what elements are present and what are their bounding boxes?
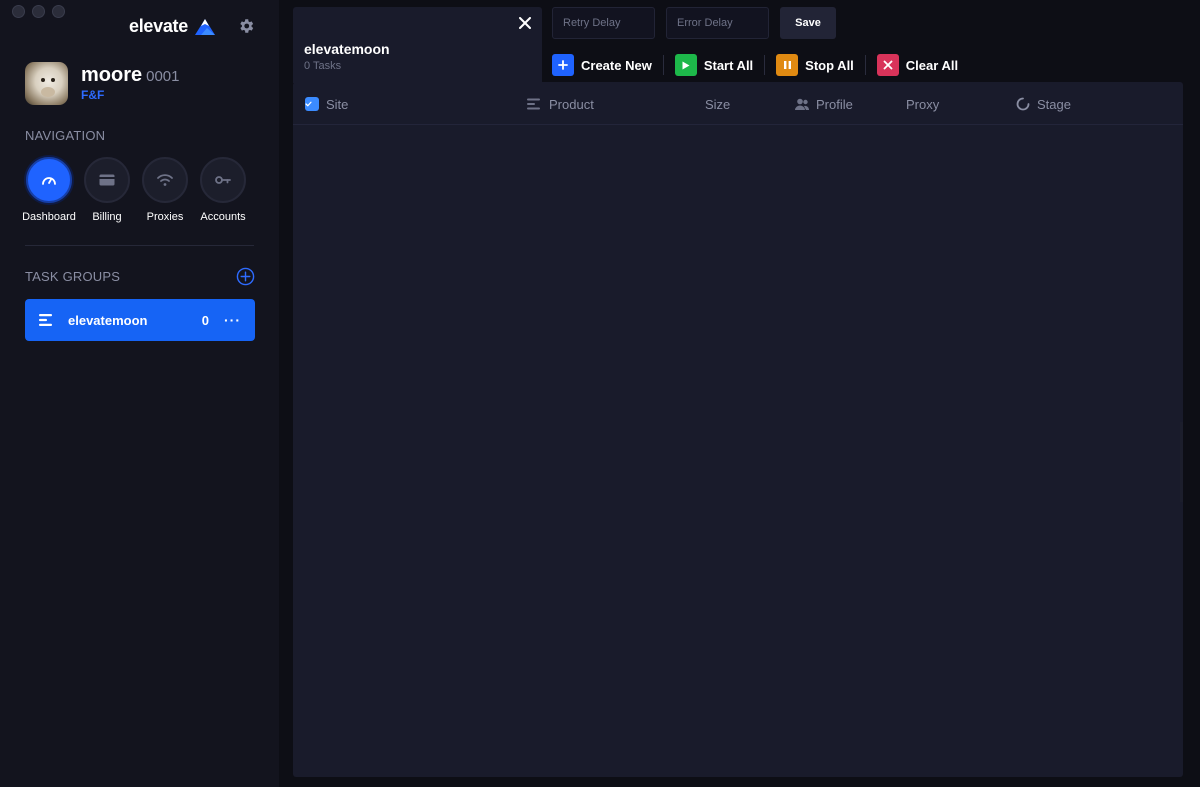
task-group-item[interactable]: elevatemoon 0 ··· (25, 299, 255, 341)
window-maximize-button[interactable] (52, 5, 65, 18)
key-icon (215, 176, 231, 184)
gauge-icon (42, 177, 56, 185)
pause-icon (776, 54, 799, 76)
task-actions: Create New Start All Stop All Clear All (552, 54, 958, 76)
nav-item-accounts[interactable]: Accounts (199, 157, 247, 223)
task-groups-label: TASK GROUPS (25, 269, 121, 284)
start-all-label: Start All (703, 57, 754, 73)
x-icon (876, 54, 899, 76)
column-product[interactable]: Product (527, 84, 594, 124)
avatar[interactable] (25, 62, 68, 105)
nav-label-accounts: Accounts (200, 211, 246, 223)
card-icon (99, 174, 115, 186)
error-delay-input[interactable] (666, 7, 769, 39)
username: moore (81, 64, 143, 86)
user-role: F&F (81, 88, 105, 102)
create-new-button[interactable]: Create New (552, 54, 652, 76)
nav-item-billing[interactable]: Billing (83, 157, 131, 223)
nav-item-dashboard[interactable]: Dashboard (22, 157, 76, 223)
gear-icon[interactable] (237, 17, 255, 35)
window-close-button[interactable] (12, 5, 25, 18)
column-label: Profile (816, 96, 853, 112)
create-new-label: Create New (581, 57, 652, 73)
brand: elevate (129, 16, 216, 37)
scrollbar[interactable] (1180, 422, 1183, 502)
add-group-icon[interactable] (236, 267, 255, 286)
user-tag: 0001 (146, 68, 180, 85)
list-icon (527, 98, 540, 110)
column-site[interactable]: Site (305, 84, 348, 124)
column-size[interactable]: Size (705, 84, 730, 124)
retry-delay-input[interactable] (552, 7, 655, 39)
user-profile: moore 0001 F&F (25, 62, 180, 105)
clear-all-button[interactable]: Clear All (876, 54, 959, 76)
column-stage[interactable]: Stage (1016, 84, 1071, 124)
tab-task-count: 0 Tasks (304, 60, 342, 72)
task-group-tab[interactable]: elevatemoon 0 Tasks (293, 7, 542, 83)
column-label: Site (326, 96, 349, 112)
sidebar-divider (25, 245, 254, 246)
column-label: Proxy (906, 96, 940, 112)
plus-icon (552, 54, 574, 76)
sidebar: elevate moore 0001 F&F NAVIGATION Dashbo… (0, 0, 279, 787)
list-icon (39, 314, 52, 326)
task-group-count: 0 (201, 312, 209, 328)
save-button[interactable]: Save (780, 7, 836, 39)
mountain-logo-icon (194, 18, 215, 35)
stop-all-button[interactable]: Stop All (776, 54, 854, 76)
select-all-checkbox[interactable] (305, 97, 319, 111)
users-icon (795, 98, 809, 110)
table-header: Site Product Size Profile Proxy Stage (293, 84, 1183, 125)
column-label: Size (705, 96, 731, 112)
column-label: Product (549, 96, 594, 112)
brand-name: elevate (129, 16, 188, 36)
window-controls (12, 5, 65, 18)
play-icon (674, 54, 697, 76)
tab-title: elevatemoon (304, 41, 390, 57)
wifi-icon (157, 174, 173, 186)
navigation-label: NAVIGATION (25, 128, 106, 143)
more-options-button[interactable]: ··· (224, 312, 241, 328)
navigation: Dashboard Billing Proxies Accounts (22, 157, 247, 223)
task-table-panel (293, 82, 1183, 777)
nav-label-dashboard: Dashboard (22, 211, 76, 223)
stop-all-label: Stop All (805, 57, 854, 73)
column-profile[interactable]: Profile (795, 84, 853, 124)
nav-label-proxies: Proxies (146, 211, 184, 223)
nav-label-billing: Billing (92, 211, 122, 223)
clear-all-label: Clear All (905, 57, 959, 73)
task-group-name: elevatemoon (68, 312, 148, 328)
spinner-icon (1016, 97, 1030, 111)
window-minimize-button[interactable] (32, 5, 45, 18)
close-icon[interactable] (519, 17, 531, 29)
start-all-button[interactable]: Start All (674, 54, 754, 76)
nav-item-proxies[interactable]: Proxies (141, 157, 189, 223)
column-proxy[interactable]: Proxy (906, 84, 939, 124)
column-label: Stage (1037, 96, 1071, 112)
